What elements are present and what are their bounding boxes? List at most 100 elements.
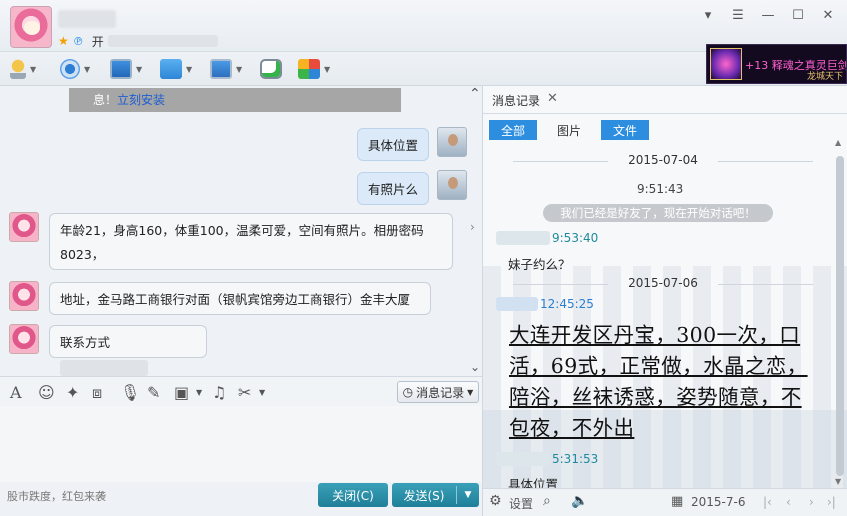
chat-bubble-mine[interactable]: 有照片么 [357,172,430,205]
minimize-icon[interactable]: — [761,8,775,23]
filter-files[interactable]: 文件 [601,120,649,140]
sender-line: 5:31:53 [496,452,598,466]
history-message-text: 妹子约么？ [508,257,571,272]
expand-panel-icon[interactable]: › [470,220,475,234]
game-ad-banner[interactable]: +13 释魂之真灵巨剑 龙城天下 [706,44,847,84]
menu-icon[interactable]: ☰ [731,8,745,23]
folder-icon [160,59,182,79]
voice-message-icon[interactable]: 🎙 [120,383,140,402]
settings-label[interactable]: 设置 [509,495,533,512]
remote-desktop-button[interactable]: ▼ [210,57,242,81]
message-history-panel: 消息记录 ✕ 全部 图片 文件 2015-07-04 9:51:43 我们已经是… [482,86,847,516]
last-page-icon[interactable]: ›| [827,495,836,509]
filter-all[interactable]: 全部 [489,120,537,140]
prev-page-icon[interactable]: ‹ [786,495,791,509]
my-avatar[interactable] [437,127,467,157]
history-message-large-text: 大连开发区丹宝，300一次，口活，69式，正常做，水晶之恋，陪浴，丝袜诱惑，姿势… [509,323,808,440]
notice-close-icon[interactable]: ⌃ [469,86,481,102]
image-icon[interactable]: ▣ [174,383,189,402]
scroll-down-icon[interactable]: ⌄ [470,360,480,374]
contact-avatar[interactable] [10,6,52,48]
message-history-button[interactable]: ◷ 消息记录 ▼ [397,381,479,403]
scroll-down-icon[interactable]: ▼ [835,477,841,486]
voice-call-button[interactable]: ▼ [10,57,36,81]
scrollbar-thumb[interactable] [836,156,844,476]
maximize-icon[interactable]: ☐ [791,8,805,23]
chat-message-area[interactable]: 息！立刻安装 ⌃ 具体位置 有照片么 年龄21，身高160，体重100，温柔可爱… [0,86,482,376]
sender-line: 12:45:25 [496,297,594,311]
chevron-down-icon[interactable]: ▾ [701,8,715,23]
history-scrollbar[interactable]: ▲ ▼ [835,138,845,486]
font-icon[interactable]: A [10,383,22,402]
clock-icon: ◷ [402,385,414,399]
chat-bubble-contact[interactable]: 联系方式 [49,325,207,376]
sword-game-icon [710,48,742,80]
chevron-down-icon[interactable]: ▼ [136,65,142,74]
notice-text: 息！ [93,93,118,107]
chevron-down-icon[interactable]: ▼ [186,65,192,74]
music-icon[interactable]: ♫ [212,383,226,402]
emoji-icon[interactable]: ☺ [38,383,55,402]
contact-avatar-small[interactable] [9,281,39,311]
chevron-down-icon[interactable]: ▼ [324,65,330,74]
chevron-down-icon[interactable]: ▼ [84,65,90,74]
send-file-button[interactable]: ▼ [160,57,192,81]
contact-name-redacted [58,10,116,28]
history-button-label: 消息记录 [416,385,465,400]
window-controls: ▾ ☰ — ☐ ✕ [701,8,835,23]
close-tab-icon[interactable]: ✕ [547,91,558,106]
history-date: 2015-7-6 [691,495,746,509]
gear-icon[interactable]: ⚙ [489,493,502,509]
system-message: 我们已经是好友了，现在开始对话吧！ [543,204,773,222]
message-time: 9:51:43 [637,182,684,196]
create-group-button[interactable] [260,57,282,81]
sender-name-redacted [496,231,550,245]
apps-button[interactable]: ▼ [298,57,330,81]
chevron-down-icon[interactable]: ▼ [30,65,36,74]
chat-bubble-contact[interactable]: 年龄21，身高160，体重100，温柔可爱，空间有照片。相册密码8023， [49,213,453,270]
status-text[interactable]: 股市跌度，红包来袭 [7,488,106,504]
my-avatar[interactable] [437,170,467,200]
monitor-icon [110,59,132,79]
screen-share-button[interactable]: ▼ [110,57,142,81]
qq-icon: ℗ [72,34,84,48]
filter-images[interactable]: 图片 [545,120,593,140]
tab-message-history[interactable]: 消息记录 [492,92,540,109]
install-now-link[interactable]: 立刻安装 [117,93,165,107]
send-button-label: 发送(S) [403,488,445,503]
first-page-icon[interactable]: |‹ [763,495,772,509]
message-text: 联系方式 [60,335,111,350]
contact-avatar-small[interactable] [9,212,39,242]
search-icon[interactable]: ⌕ [543,493,551,509]
send-button[interactable]: 发送(S) ▼ [392,483,479,507]
message-text: 年龄21，身高160，体重100，温柔可爱，空间有照片。相册密码8023， [60,223,424,262]
chat-add-icon [260,59,282,79]
chat-bubble-mine[interactable]: 具体位置 [357,128,430,161]
shake-window-icon[interactable]: ⧈ [92,383,102,403]
signature-redacted [107,35,218,47]
close-icon[interactable]: ✕ [821,8,835,23]
install-notice: 息！立刻安装 [69,88,401,112]
apps-grid-icon [298,59,320,79]
contact-signature: 开 [91,34,104,49]
video-call-button[interactable]: ▼ [60,57,90,81]
chat-bubble-contact[interactable]: 地址，金马路工商银行对面（银帆宾馆旁边工商银行）金丰大厦 [49,282,431,315]
sender-line: 9:53:40 [496,231,598,245]
next-page-icon[interactable]: › [809,495,814,509]
date-separator: 2015-07-06 [513,276,813,292]
chevron-down-icon[interactable]: ▼ [259,388,265,397]
scroll-up-icon[interactable]: ▲ [835,138,841,147]
message-input[interactable] [0,406,482,482]
chevron-down-icon[interactable]: ▼ [236,65,242,74]
contact-avatar-small[interactable] [9,324,39,354]
chevron-down-icon[interactable]: ▼ [457,490,479,500]
magic-wand-icon[interactable]: ✦ [66,383,79,402]
close-button[interactable]: 关闭(C) [318,483,388,507]
scissors-icon[interactable]: ✂ [238,383,251,402]
contact-sub-row: ★ ℗ 开 [58,33,218,49]
edit-note-icon[interactable]: ✎ [147,383,160,402]
speaker-icon[interactable]: 🔈 [571,493,588,509]
chevron-down-icon[interactable]: ▼ [196,388,202,397]
sender-name-redacted [496,297,538,311]
calendar-icon[interactable]: ▦ [671,494,683,509]
